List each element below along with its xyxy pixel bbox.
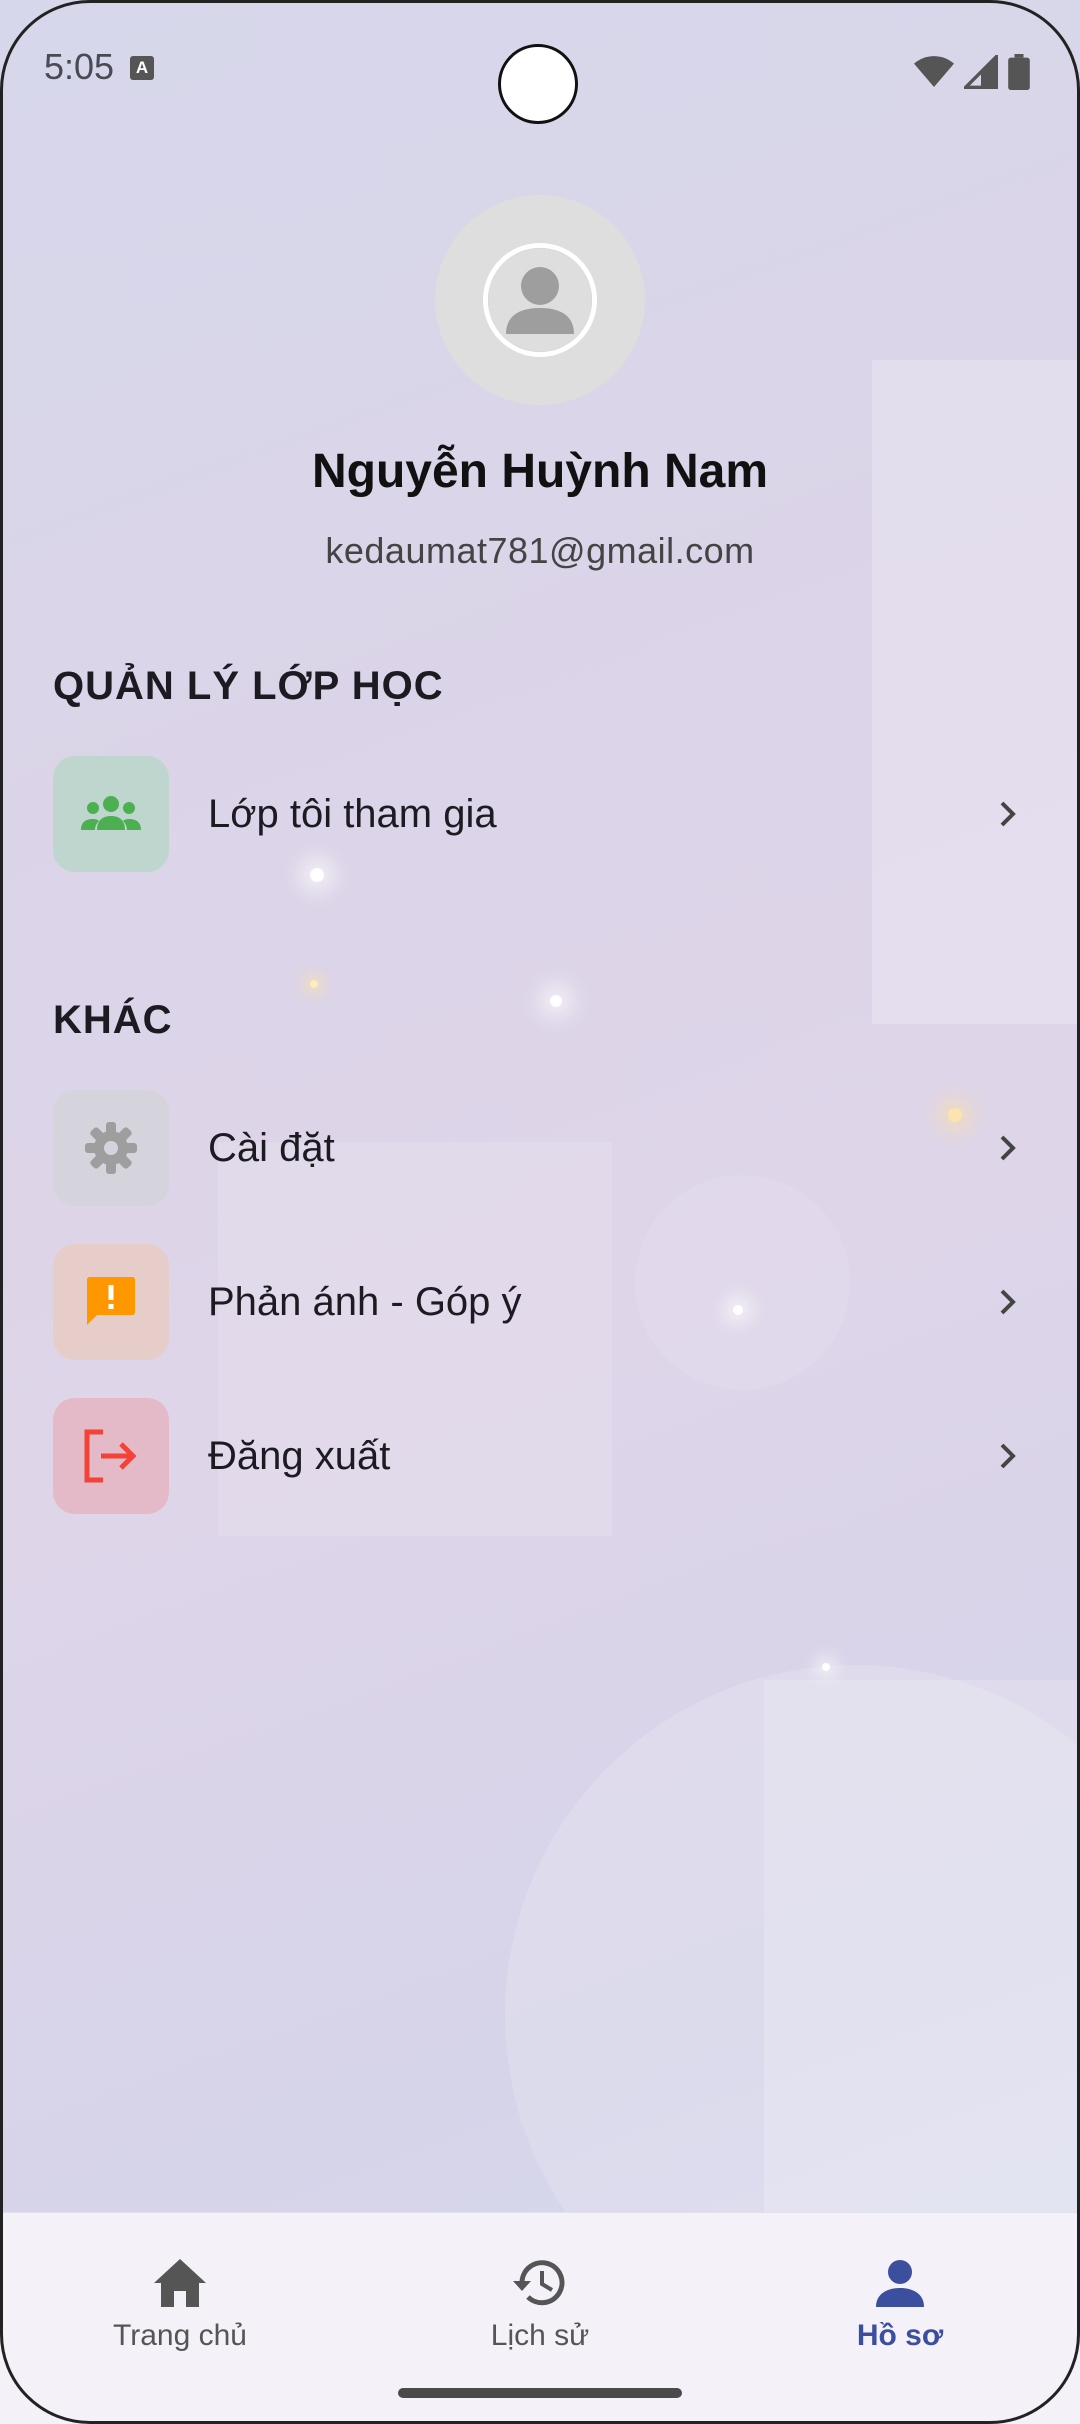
gear-icon — [53, 1090, 169, 1206]
menu-item-logout[interactable]: Đăng xuất — [53, 1398, 1028, 1514]
menu-item-settings[interactable]: Cài đặt — [53, 1090, 1028, 1206]
battery-icon — [1008, 54, 1030, 90]
logout-icon — [53, 1398, 169, 1514]
person-icon — [483, 243, 597, 357]
camera-cutout — [498, 44, 578, 124]
nav-label: Lịch sử — [490, 2319, 590, 2352]
chevron-right-icon — [1000, 1289, 1016, 1315]
home-indicator[interactable] — [398, 2388, 682, 2398]
menu-item-label: Đăng xuất — [208, 1434, 391, 1478]
chevron-right-icon — [1000, 1135, 1016, 1161]
bg-sparkle — [822, 1663, 830, 1671]
group-icon — [53, 756, 169, 872]
menu-item-label: Lớp tôi tham gia — [208, 792, 497, 836]
status-icons — [914, 52, 1030, 92]
bg-sparkle — [310, 980, 318, 988]
nav-item-profile[interactable]: Hồ sơ — [770, 2233, 1030, 2383]
nav-item-history[interactable]: Lịch sử — [410, 2233, 670, 2383]
status-bar: 5:05 A — [0, 0, 1080, 140]
history-icon — [513, 2260, 565, 2306]
avatar[interactable] — [435, 195, 645, 405]
a-icon: A — [130, 56, 154, 80]
bg-decoration-rect — [764, 1680, 1080, 2240]
wifi-icon — [914, 56, 954, 87]
profile-screen: 5:05 A Nguyễn Huỳnh Nam kedaumat781@gmai… — [0, 0, 1080, 2424]
user-name: Nguyễn Huỳnh Nam — [311, 445, 769, 498]
nav-label: Hồ sơ — [856, 2319, 944, 2352]
nav-label: Trang chủ — [113, 2319, 247, 2352]
home-icon — [154, 2259, 206, 2307]
status-time: 5:05 — [44, 46, 115, 87]
section-title-other: KHÁC — [53, 998, 173, 1042]
feedback-icon — [53, 1244, 169, 1360]
chevron-right-icon — [1000, 1443, 1016, 1469]
menu-item-feedback[interactable]: Phản ánh - Góp ý — [53, 1244, 1028, 1360]
section-title-class-management: QUẢN LÝ LỚP HỌC — [53, 664, 444, 708]
chevron-right-icon — [1000, 801, 1016, 827]
person-icon — [876, 2260, 924, 2307]
cell-signal-icon — [964, 55, 998, 89]
menu-item-label: Phản ánh - Góp ý — [208, 1280, 522, 1324]
menu-item-my-classes[interactable]: Lớp tôi tham gia — [53, 756, 1028, 872]
menu-item-label: Cài đặt — [208, 1126, 335, 1170]
user-email: kedaumat781@gmail.com — [325, 530, 755, 571]
nav-item-home[interactable]: Trang chủ — [50, 2233, 310, 2383]
bg-sparkle — [550, 995, 562, 1007]
